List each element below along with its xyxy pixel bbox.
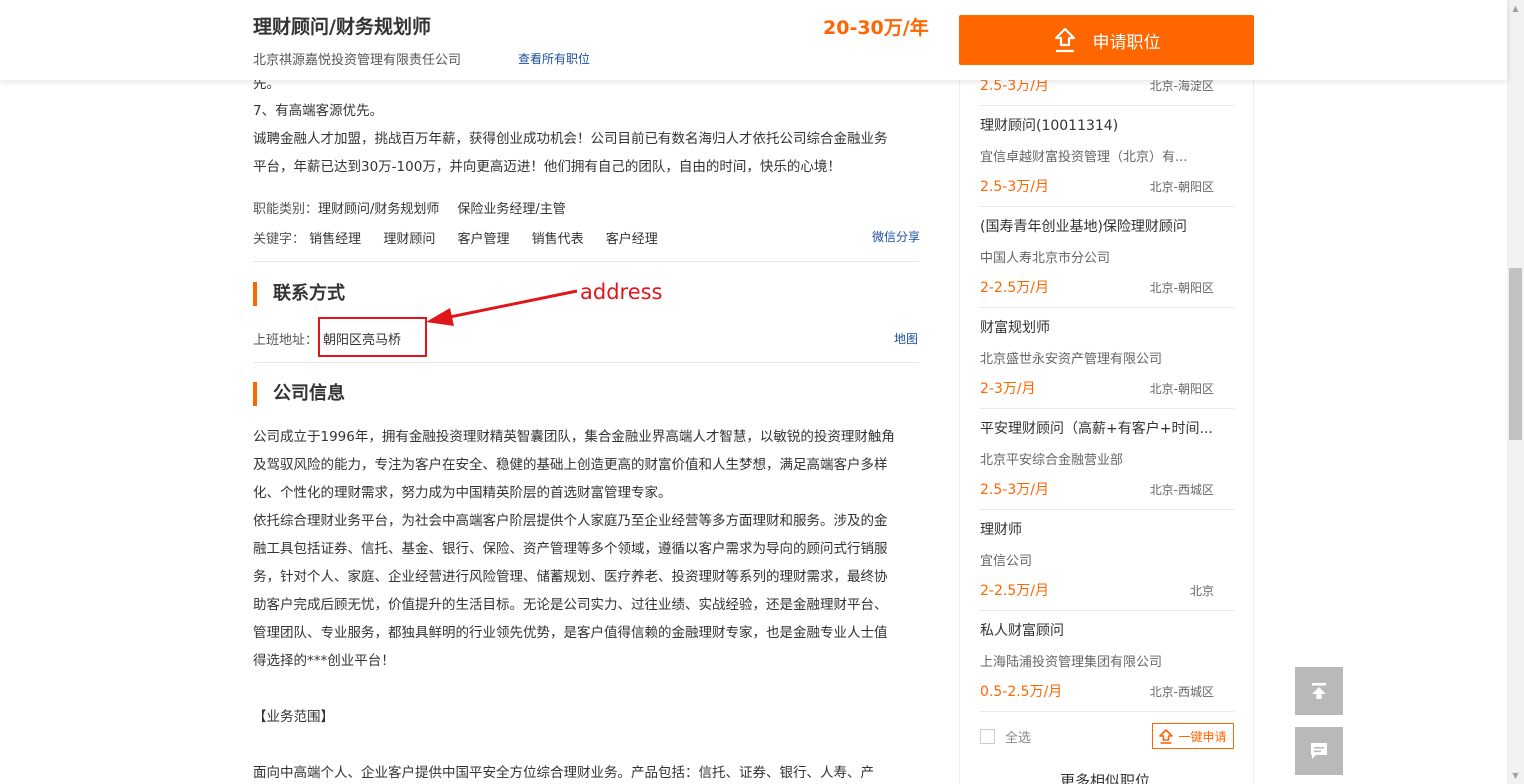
salary-label: 20-30万/年 <box>823 17 929 39</box>
one-click-apply-label: 一键申请 <box>1178 729 1227 744</box>
keyword-label: 关键字： <box>253 232 306 247</box>
keyword-tag[interactable]: 销售代表 <box>532 232 584 247</box>
apply-job-button[interactable]: 申请职位 <box>959 15 1254 65</box>
chat-icon <box>1311 743 1327 759</box>
description-line: 7、有高端客源优先。 <box>253 103 384 119</box>
page: 先。 7、有高端客源优先。 诚聘金融人才加盟，挑战百万年薪，获得创业成功机会！公… <box>0 0 1524 784</box>
similar-job-item[interactable]: 理财顾问(10011314) 宜信卓越财富投资管理（北京）有... 2.5-3万… <box>980 106 1234 207</box>
select-all-checkbox[interactable]: 全选 <box>980 727 1031 746</box>
annotation-label: address <box>580 280 663 304</box>
job-salary: 2-2.5万/月 <box>980 280 1049 296</box>
back-to-top-button[interactable] <box>1295 667 1343 715</box>
company-desc-line: 及驾驭风险的能力，专注为客户在安全、稳健的基础上创造更高的财富价值和人生梦想，满… <box>253 457 888 473</box>
job-location: 北京-西城区 <box>1149 483 1214 497</box>
job-company: 宜信卓越财富投资管理（北京）有... <box>980 150 1188 165</box>
divider <box>253 362 919 363</box>
job-location: 北京-西城区 <box>1149 685 1214 699</box>
scrollbar-thumb[interactable] <box>1509 268 1522 440</box>
category-value: 保险业务经理/主管 <box>457 202 566 217</box>
keyword-row: 关键字： 销售经理 理财顾问 客户管理 销售代表 客户经理 <box>253 228 676 247</box>
job-salary: 2.5-3万/月 <box>980 179 1049 195</box>
company-desc-line: 化、个性化的理财需求，努力成为中国精英阶层的首选财富管理专家。 <box>253 485 672 501</box>
divider <box>253 261 919 262</box>
job-title[interactable]: 理财顾问(10011314) <box>980 115 1118 135</box>
job-company: 宜信公司 <box>980 554 1033 569</box>
similar-job-item[interactable]: 财富规划师 北京盛世永安资产管理有限公司 2-3万/月 北京-朝阳区 <box>980 308 1234 409</box>
business-scope-title: 【业务范围】 <box>253 709 334 725</box>
company-desc-line: 公司成立于1996年，拥有金融投资理财精英智囊团队，集合金融业界高端人才智慧，以… <box>253 429 895 445</box>
similar-job-item[interactable]: 私人财富顾问 上海陆浦投资管理集团有限公司 0.5-2.5万/月 北京-西城区 <box>980 611 1234 712</box>
keyword-tag[interactable]: 客户经理 <box>606 232 658 247</box>
checkbox-icon[interactable] <box>980 729 995 744</box>
job-title[interactable]: 私人财富顾问 <box>980 620 1064 640</box>
one-click-apply-button[interactable]: 一键申请 <box>1152 723 1234 749</box>
job-header-bar: 理财顾问/财务规划师 北京祺源嘉悦投资管理有限责任公司 查看所有职位 20-30… <box>0 0 1507 80</box>
select-all-label: 全选 <box>1005 731 1032 746</box>
category-label: 职能类别： <box>253 202 319 217</box>
feedback-button[interactable] <box>1295 727 1343 775</box>
job-title[interactable]: 理财师 <box>980 519 1022 539</box>
job-company: 上海陆浦投资管理集团有限公司 <box>980 655 1163 670</box>
company-desc-line: 助客户完成后顾无忧，价值提升的生活目标。无论是公司实力、过往业绩、实战经验，还是… <box>253 597 888 613</box>
job-location: 北京-朝阳区 <box>1149 382 1214 396</box>
job-location: 北京 <box>1189 584 1214 598</box>
company-desc-line: 得选择的***创业平台！ <box>253 653 395 669</box>
job-location: 北京-朝阳区 <box>1149 180 1214 194</box>
job-company: 北京盛世永安资产管理有限公司 <box>980 352 1163 367</box>
description-line: 诚聘金融人才加盟，挑战百万年薪，获得创业成功机会！公司目前已有数名海归人才依托公… <box>253 131 888 147</box>
view-all-jobs-link[interactable]: 查看所有职位 <box>518 50 590 67</box>
wechat-share-link[interactable]: 微信分享 <box>872 228 920 245</box>
more-similar-jobs[interactable]: 更多相似职位 <box>1060 770 1150 784</box>
description-line: 平台，年薪已达到30万-100万，并向更高迈进！他们拥有自己的团队，自由的时间，… <box>253 159 841 175</box>
job-company: 中国人寿北京市分公司 <box>980 251 1111 266</box>
address-label: 上班地址： <box>253 333 319 348</box>
job-salary: 2.5-3万/月 <box>980 482 1049 498</box>
job-salary: 2-3万/月 <box>980 381 1036 397</box>
keyword-tag[interactable]: 客户管理 <box>457 232 509 247</box>
job-title-heading: 理财顾问/财务规划师 <box>253 16 431 38</box>
company-desc-line: 融工具包括证券、信托、基金、银行、保险、资产管理等多个领域，遵循以客户需求为导向… <box>253 541 888 557</box>
company-desc-line: 务，针对个人、家庭、企业经营进行风险管理、储蓄规划、医疗养老、投资理财等系列的理… <box>253 569 888 585</box>
keyword-tag[interactable]: 理财顾问 <box>383 232 435 247</box>
scroll-down-arrow-icon[interactable]: ▼ <box>1507 767 1524 784</box>
annotation-arrow <box>426 289 578 326</box>
similar-job-item[interactable]: (国寿青年创业基地)保险理财顾问 中国人寿北京市分公司 2-2.5万/月 北京-… <box>980 207 1234 308</box>
job-location: 北京-朝阳区 <box>1149 281 1214 295</box>
company-desc-line: 管理团队、专业服务，都独具鲜明的行业领先优势，是客户值得信赖的金融理财专家，也是… <box>253 625 888 641</box>
upload-icon <box>1054 27 1075 53</box>
map-link[interactable]: 地图 <box>894 330 918 347</box>
category-value: 理财顾问/财务规划师 <box>318 202 440 217</box>
job-company: 北京平安综合金融营业部 <box>980 453 1124 468</box>
job-title[interactable]: (国寿青年创业基地)保险理财顾问 <box>980 216 1187 236</box>
job-category-row: 职能类别：理财顾问/财务规划师 保险业务经理/主管 <box>253 198 584 217</box>
upload-icon <box>1159 728 1174 744</box>
company-name-link[interactable]: 北京祺源嘉悦投资管理有限责任公司 <box>253 49 461 68</box>
job-title[interactable]: 平安理财顾问（高薪+有客户+时间... <box>980 418 1213 438</box>
similar-job-item[interactable]: 平安理财顾问（高薪+有客户+时间... 北京平安综合金融营业部 2.5-3万/月… <box>980 409 1234 510</box>
contact-section-title: 联系方式 <box>253 282 345 306</box>
apply-job-label: 申请职位 <box>1092 32 1161 53</box>
keyword-tag[interactable]: 销售经理 <box>309 232 361 247</box>
scroll-up-arrow-icon[interactable]: ▲ <box>1507 0 1524 17</box>
job-salary: 0.5-2.5万/月 <box>980 684 1063 700</box>
company-section-title: 公司信息 <box>253 382 345 406</box>
job-salary: 2-2.5万/月 <box>980 583 1049 599</box>
similar-job-item[interactable]: 理财师 宜信公司 2-2.5万/月 北京 <box>980 510 1234 611</box>
back-to-top-icon <box>1312 683 1326 699</box>
job-title[interactable]: 财富规划师 <box>980 317 1050 337</box>
annotation-highlight-box <box>318 317 427 357</box>
company-desc-line: 依托综合理财业务平台，为社会中高端客户阶层提供个人家庭乃至企业经营等多方面理财和… <box>253 513 888 529</box>
business-scope-line: 面向中高端个人、企业客户提供中国平安全方位综合理财业务。产品包括：信托、证券、银… <box>253 765 874 781</box>
